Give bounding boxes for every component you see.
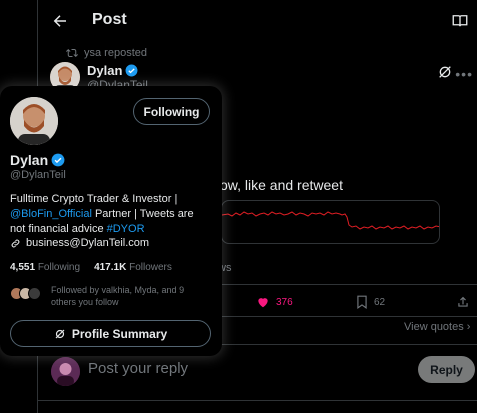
- tweet-media-card[interactable]: [221, 200, 440, 244]
- following-count: 4,551: [10, 262, 36, 273]
- bio-text: Partner | Tweets are: [91, 208, 194, 220]
- like-count: 376: [276, 296, 293, 308]
- share-button[interactable]: [456, 295, 470, 309]
- email-text: business@DylanTeil.com: [26, 237, 150, 249]
- followed-by-text: Followed by valkhia, Myda, and 9 others …: [51, 285, 185, 307]
- followers-stat-label: Followers: [129, 262, 172, 273]
- verified-badge-icon: [51, 153, 65, 167]
- followed-by-avatars: [10, 287, 41, 300]
- verified-badge-icon: [125, 64, 138, 77]
- followed-by[interactable]: Followed by valkhia, Myda, and 9 others …: [10, 284, 206, 308]
- following-stat-label: Following: [37, 262, 81, 273]
- view-quotes-link[interactable]: View quotes ›: [404, 321, 470, 333]
- following-button[interactable]: Following: [133, 98, 210, 125]
- bookmark-button[interactable]: 62: [356, 295, 385, 309]
- repost-icon: [66, 48, 78, 58]
- profile-stats: 4,551 Following 417.1K Followers: [10, 262, 172, 273]
- followers-stat[interactable]: 417.1K Followers: [94, 262, 172, 273]
- profile-email: business@DylanTeil.com: [10, 237, 149, 249]
- more-options-icon[interactable]: •••: [455, 66, 473, 82]
- repost-text[interactable]: ysa reposted: [84, 47, 147, 59]
- profile-summary-label: Profile Summary: [71, 326, 168, 341]
- profile-name-text[interactable]: Dylan: [10, 152, 48, 168]
- reader-mode-icon[interactable]: [451, 12, 469, 30]
- divider: [38, 400, 477, 401]
- heart-icon: [258, 298, 268, 308]
- grok-icon: [55, 329, 65, 338]
- current-user-avatar[interactable]: [51, 357, 80, 386]
- tweet-author-name-text[interactable]: Dylan: [87, 63, 122, 78]
- followers-count: 417.1K: [94, 262, 127, 273]
- profile-bio: Fulltime Crypto Trader & Investor | @Blo…: [10, 192, 215, 237]
- bio-mention-link[interactable]: @BloFin_Official: [10, 208, 92, 220]
- tweet-author-name[interactable]: Dylan: [87, 63, 138, 78]
- bio-text: not financial advice: [10, 223, 107, 235]
- tweet-text: ow, like and retweet: [220, 177, 343, 193]
- view-quotes-label[interactable]: View quotes: [404, 321, 464, 333]
- profile-handle[interactable]: @DylanTeil: [10, 169, 66, 181]
- profile-avatar[interactable]: [10, 97, 58, 145]
- bio-text: Fulltime Crypto Trader & Investor |: [10, 193, 178, 205]
- profile-summary-button[interactable]: Profile Summary: [10, 320, 211, 347]
- bookmark-count: 62: [374, 296, 386, 308]
- bookmark-icon: [357, 295, 367, 309]
- profile-hover-card: Following Dylan @DylanTeil Fulltime Cryp…: [0, 86, 222, 356]
- link-icon: [11, 239, 20, 247]
- price-chart-image: [222, 211, 439, 230]
- post-header: Post: [38, 0, 477, 42]
- bio-hashtag-link[interactable]: #DYOR: [107, 223, 145, 235]
- profile-name[interactable]: Dylan: [10, 152, 65, 168]
- share-icon: [458, 296, 468, 307]
- following-stat[interactable]: 4,551 Following: [10, 262, 80, 273]
- page-title: Post: [92, 11, 127, 28]
- repost-indicator: ysa reposted: [66, 47, 147, 59]
- back-arrow-icon[interactable]: [51, 12, 69, 30]
- reply-button[interactable]: Reply: [418, 356, 475, 383]
- grok-icon[interactable]: [437, 64, 453, 80]
- like-button[interactable]: 376: [256, 295, 293, 309]
- reply-input[interactable]: Post your reply: [88, 360, 188, 377]
